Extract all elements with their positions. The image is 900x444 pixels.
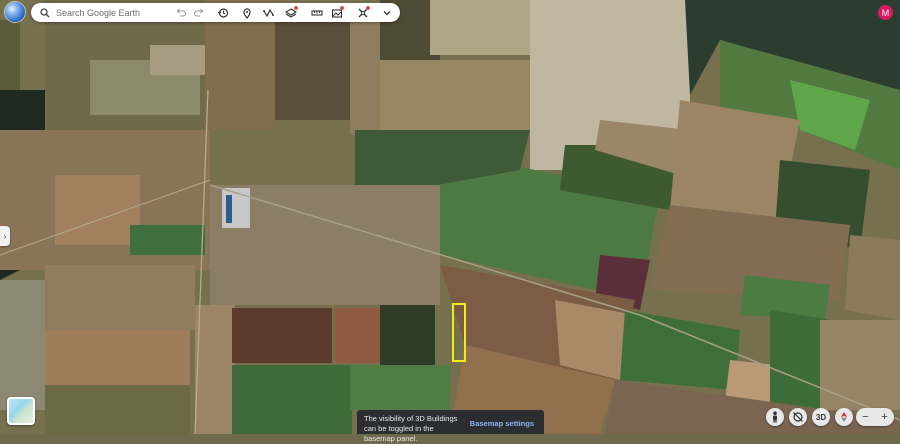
map-imagery (0, 0, 900, 434)
projects-icon[interactable] (328, 4, 346, 22)
avatar[interactable]: M (878, 5, 893, 20)
more-chevron-icon[interactable] (378, 4, 396, 22)
zoom-in-button[interactable]: + (876, 408, 894, 426)
history-icon[interactable] (214, 4, 232, 22)
basemap-switcher[interactable] (7, 397, 35, 425)
notification-dot (366, 5, 370, 10)
zoom-out-button[interactable]: − (857, 408, 875, 426)
rotate-off-icon (793, 412, 803, 422)
pegman-button[interactable] (766, 408, 784, 426)
search-toolbar (31, 3, 400, 22)
notice-toast: The visibility of 3D Buildings can be to… (357, 410, 544, 443)
chevron-right-icon: › (3, 231, 7, 241)
side-panel-toggle[interactable]: › (0, 226, 10, 246)
notification-dot (340, 5, 344, 10)
zoom-control: − + (856, 408, 894, 426)
compass-icon (841, 412, 847, 422)
path-icon[interactable] (260, 4, 278, 22)
search-icon[interactable] (37, 5, 53, 21)
notification-dot (294, 5, 298, 10)
search-input[interactable] (56, 7, 168, 18)
pegman-icon (773, 411, 777, 423)
basemap-settings-link[interactable]: Basemap settings (470, 419, 534, 429)
satellite-map[interactable] (0, 0, 900, 434)
google-earth-logo[interactable] (5, 2, 25, 22)
3d-toggle-button[interactable]: 3D (812, 408, 830, 426)
measure-icon[interactable] (308, 4, 326, 22)
redo-icon[interactable] (190, 4, 208, 22)
satellite-icon[interactable] (354, 4, 372, 22)
tilt-button[interactable] (789, 408, 807, 426)
notice-message: The visibility of 3D Buildings can be to… (364, 414, 458, 443)
compass-button[interactable] (835, 408, 853, 426)
place-pin-icon[interactable] (238, 4, 256, 22)
undo-icon[interactable] (172, 4, 190, 22)
layers-icon[interactable] (282, 4, 300, 22)
